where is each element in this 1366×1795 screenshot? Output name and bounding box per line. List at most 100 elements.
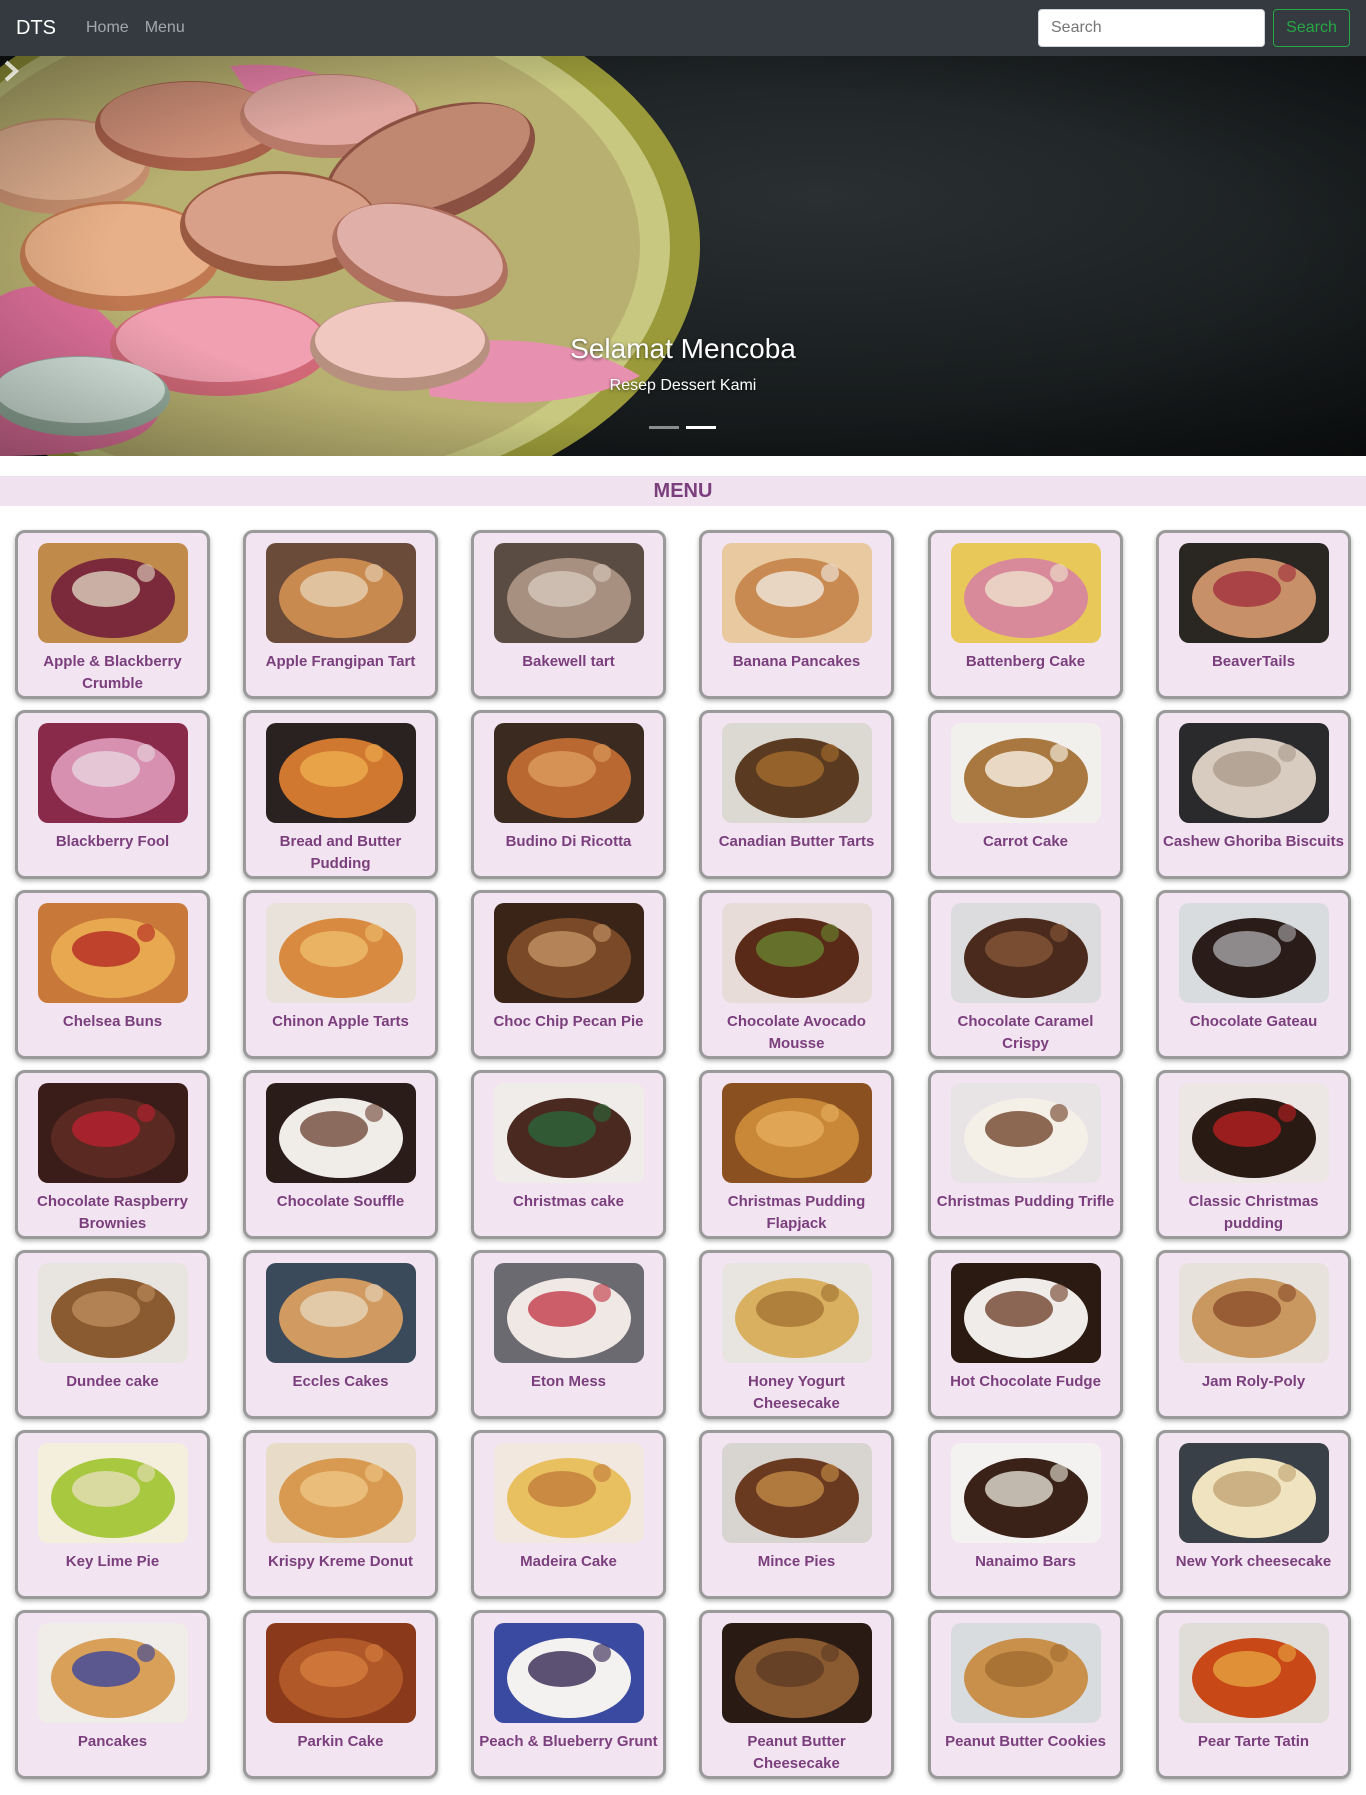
menu-card[interactable]: New York cheesecake [1156, 1430, 1351, 1599]
menu-item-image[interactable] [722, 1263, 872, 1363]
menu-card[interactable]: Choc Chip Pecan Pie [471, 890, 666, 1059]
nav-link-menu[interactable]: Menu [145, 19, 185, 37]
menu-item-image[interactable] [1179, 1623, 1329, 1723]
menu-item-title[interactable]: Peach & Blueberry Grunt [478, 1731, 659, 1753]
menu-item-image[interactable] [266, 1443, 416, 1543]
menu-card[interactable]: Blackberry Fool [15, 710, 210, 879]
menu-card[interactable]: Honey Yogurt Cheesecake [699, 1250, 894, 1419]
menu-item-image[interactable] [266, 1623, 416, 1723]
menu-item-image[interactable] [494, 1623, 644, 1723]
menu-item-image[interactable] [38, 903, 188, 1003]
menu-item-title[interactable]: Mince Pies [706, 1551, 887, 1573]
menu-item-title[interactable]: Classic Christmas pudding [1163, 1191, 1344, 1235]
menu-item-title[interactable]: Carrot Cake [935, 831, 1116, 853]
menu-item-title[interactable]: Madeira Cake [478, 1551, 659, 1573]
menu-card[interactable]: Christmas Pudding Flapjack [699, 1070, 894, 1239]
menu-card[interactable]: Pear Tarte Tatin [1156, 1610, 1351, 1779]
menu-item-title[interactable]: Pear Tarte Tatin [1163, 1731, 1344, 1753]
menu-item-image[interactable] [951, 1263, 1101, 1363]
search-input[interactable] [1038, 9, 1265, 47]
menu-item-title[interactable]: Banana Pancakes [706, 651, 887, 673]
menu-item-title[interactable]: Nanaimo Bars [935, 1551, 1116, 1573]
menu-item-title[interactable]: Christmas Pudding Flapjack [706, 1191, 887, 1235]
menu-item-title[interactable]: Peanut Butter Cheesecake [706, 1731, 887, 1775]
menu-card[interactable]: Parkin Cake [243, 1610, 438, 1779]
menu-item-image[interactable] [722, 1443, 872, 1543]
menu-item-title[interactable]: Krispy Kreme Donut [250, 1551, 431, 1573]
menu-item-image[interactable] [1179, 1083, 1329, 1183]
menu-item-image[interactable] [494, 1083, 644, 1183]
menu-item-title[interactable]: Chocolate Raspberry Brownies [22, 1191, 203, 1235]
menu-card[interactable]: Peanut Butter Cookies [928, 1610, 1123, 1779]
menu-item-title[interactable]: Budino Di Ricotta [478, 831, 659, 853]
menu-item-image[interactable] [494, 543, 644, 643]
menu-item-image[interactable] [266, 723, 416, 823]
menu-item-image[interactable] [494, 903, 644, 1003]
menu-item-title[interactable]: Chocolate Caramel Crispy [935, 1011, 1116, 1055]
menu-item-image[interactable] [722, 723, 872, 823]
menu-item-title[interactable]: Hot Chocolate Fudge [935, 1371, 1116, 1393]
menu-card[interactable]: Key Lime Pie [15, 1430, 210, 1599]
menu-item-image[interactable] [722, 1623, 872, 1723]
menu-item-image[interactable] [494, 1263, 644, 1363]
brand-logo[interactable]: DTS [16, 17, 56, 40]
menu-item-image[interactable] [951, 903, 1101, 1003]
menu-card[interactable]: Nanaimo Bars [928, 1430, 1123, 1599]
menu-item-title[interactable]: Chelsea Buns [22, 1011, 203, 1033]
carousel-next-icon[interactable] [0, 56, 24, 86]
menu-item-title[interactable]: Dundee cake [22, 1371, 203, 1393]
menu-item-title[interactable]: New York cheesecake [1163, 1551, 1344, 1573]
menu-card[interactable]: Chelsea Buns [15, 890, 210, 1059]
menu-card[interactable]: Battenberg Cake [928, 530, 1123, 699]
menu-card[interactable]: Christmas Pudding Trifle [928, 1070, 1123, 1239]
menu-item-image[interactable] [951, 1443, 1101, 1543]
menu-item-title[interactable]: Christmas Pudding Trifle [935, 1191, 1116, 1213]
menu-card[interactable]: Apple & Blackberry Crumble [15, 530, 210, 699]
menu-card[interactable]: Cashew Ghoriba Biscuits [1156, 710, 1351, 879]
menu-card[interactable]: Hot Chocolate Fudge [928, 1250, 1123, 1419]
menu-item-title[interactable]: Pancakes [22, 1731, 203, 1753]
menu-item-title[interactable]: Christmas cake [478, 1191, 659, 1213]
menu-card[interactable]: Chocolate Souffle [243, 1070, 438, 1239]
menu-item-title[interactable]: Jam Roly-Poly [1163, 1371, 1344, 1393]
menu-item-title[interactable]: Bread and Butter Pudding [250, 831, 431, 875]
menu-item-title[interactable]: Key Lime Pie [22, 1551, 203, 1573]
menu-card[interactable]: Pancakes [15, 1610, 210, 1779]
menu-item-image[interactable] [1179, 1263, 1329, 1363]
nav-link-home[interactable]: Home [86, 19, 129, 37]
menu-card[interactable]: Classic Christmas pudding [1156, 1070, 1351, 1239]
search-button[interactable]: Search [1273, 9, 1350, 47]
menu-item-title[interactable]: Battenberg Cake [935, 651, 1116, 673]
menu-item-title[interactable]: Apple Frangipan Tart [250, 651, 431, 673]
menu-item-image[interactable] [1179, 723, 1329, 823]
menu-card[interactable]: Peanut Butter Cheesecake [699, 1610, 894, 1779]
menu-card[interactable]: Jam Roly-Poly [1156, 1250, 1351, 1419]
menu-item-image[interactable] [494, 723, 644, 823]
menu-item-image[interactable] [38, 1083, 188, 1183]
menu-item-image[interactable] [722, 903, 872, 1003]
menu-item-image[interactable] [951, 1083, 1101, 1183]
menu-item-title[interactable]: Peanut Butter Cookies [935, 1731, 1116, 1753]
menu-item-image[interactable] [38, 1623, 188, 1723]
menu-item-image[interactable] [266, 903, 416, 1003]
menu-item-image[interactable] [38, 1263, 188, 1363]
menu-item-image[interactable] [1179, 1443, 1329, 1543]
menu-card[interactable]: Budino Di Ricotta [471, 710, 666, 879]
menu-card[interactable]: Mince Pies [699, 1430, 894, 1599]
menu-item-image[interactable] [722, 1083, 872, 1183]
menu-card[interactable]: Bakewell tart [471, 530, 666, 699]
menu-card[interactable]: Canadian Butter Tarts [699, 710, 894, 879]
menu-card[interactable]: Chinon Apple Tarts [243, 890, 438, 1059]
menu-card[interactable]: Dundee cake [15, 1250, 210, 1419]
menu-card[interactable]: Peach & Blueberry Grunt [471, 1610, 666, 1779]
menu-item-image[interactable] [266, 1083, 416, 1183]
menu-item-title[interactable]: Choc Chip Pecan Pie [478, 1011, 659, 1033]
menu-item-image[interactable] [494, 1443, 644, 1543]
menu-item-title[interactable]: BeaverTails [1163, 651, 1344, 673]
menu-item-title[interactable]: Honey Yogurt Cheesecake [706, 1371, 887, 1415]
menu-item-image[interactable] [266, 543, 416, 643]
menu-item-image[interactable] [38, 1443, 188, 1543]
menu-card[interactable]: Eccles Cakes [243, 1250, 438, 1419]
menu-item-image[interactable] [38, 723, 188, 823]
menu-card[interactable]: Eton Mess [471, 1250, 666, 1419]
